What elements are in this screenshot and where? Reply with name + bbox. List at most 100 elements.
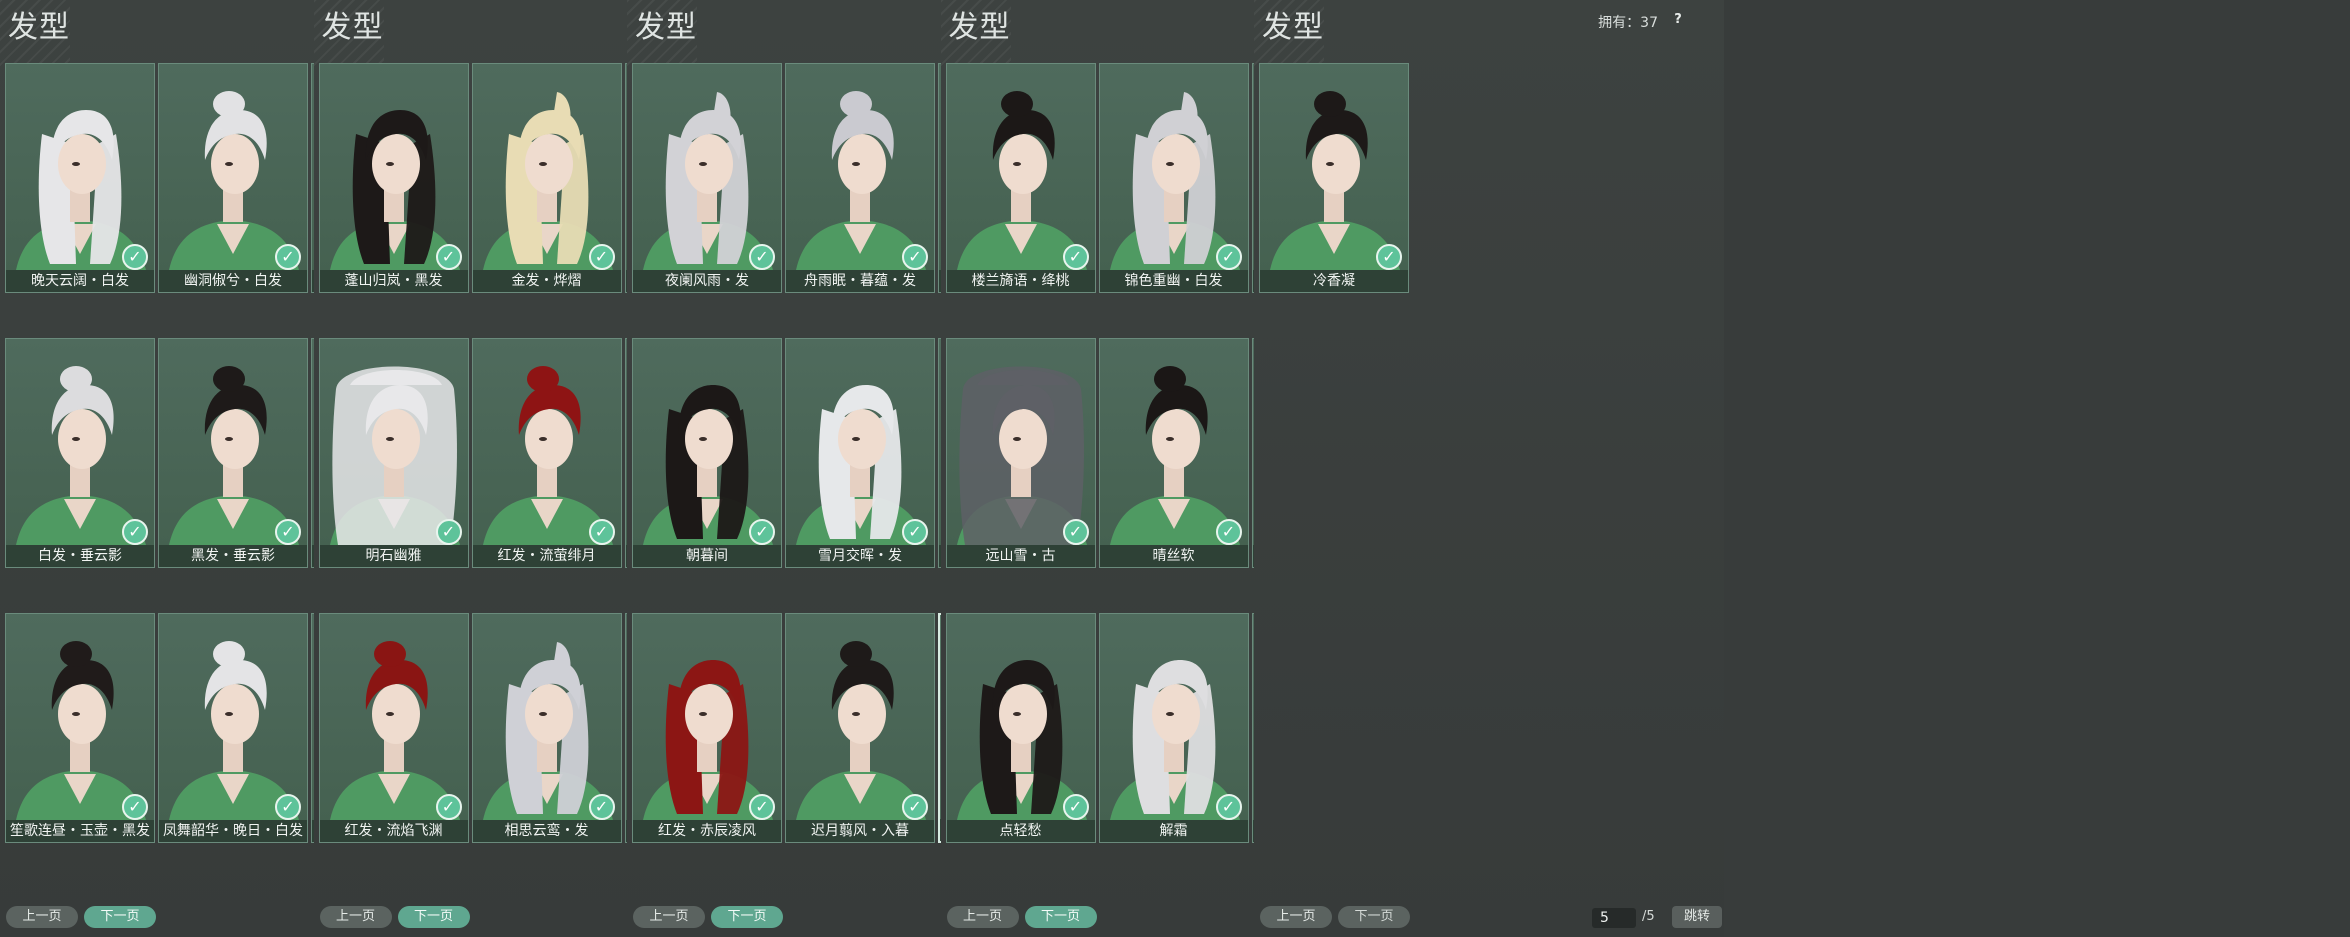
hairstyle-panel: 发型 拥有：37? ✓ 冷香凝上一页 下一页 5/5 跳转: [1254, 0, 1724, 937]
owned-check-icon: ✓: [588, 794, 615, 820]
hairstyle-portrait: [329, 641, 460, 820]
owned-check-icon: ✓: [902, 794, 928, 820]
hairstyle-card[interactable]: ✓ 晚天云阔・白发: [5, 63, 155, 293]
hairstyle-card[interactable]: ✓ 冷香凝: [1259, 63, 1409, 293]
hairstyle-portrait: [1109, 660, 1240, 820]
owned-check-icon: ✓: [902, 244, 928, 270]
owned-check-icon: ✓: [275, 794, 301, 820]
owned-check-icon: ✓: [122, 244, 148, 270]
hairstyle-card[interactable]: ✓ 相思云鸾・发: [471, 613, 622, 843]
hairstyle-name: 黑发・垂云影: [159, 545, 307, 567]
hairstyle-card[interactable]: ✓ 楼兰旖语・绛桃: [945, 63, 1096, 293]
hairstyle-card[interactable]: ✓ 点轻愁: [945, 613, 1096, 843]
owned-check-icon: ✓: [1062, 794, 1089, 820]
hairstyle-portrait: [482, 642, 613, 820]
hairstyle-name: 金发・烨熠: [472, 270, 621, 292]
hairstyle-card[interactable]: ✓ 黑发・垂云影: [158, 338, 308, 568]
owned-check-icon: ✓: [435, 519, 462, 545]
owned-check-icon: ✓: [122, 794, 148, 820]
hairstyle-name: 点轻愁: [946, 820, 1095, 842]
hairstyle-name: 蓬山归岚・黑发: [319, 270, 468, 292]
hairstyle-portrait: [796, 641, 926, 820]
hairstyle-card[interactable]: ✓ 锦色重幽・白发: [1098, 63, 1249, 293]
hairstyle-portrait: [956, 366, 1087, 545]
hairstyle-card[interactable]: ✓ 红发・赤辰凌风: [632, 613, 782, 843]
owned-check-icon: ✓: [435, 794, 462, 820]
hairstyle-card[interactable]: ✓ 雪月交晖・发: [785, 338, 935, 568]
hairstyle-portrait: [643, 660, 773, 820]
hairstyle-name: 凤舞韶华・晚日・白发: [159, 820, 307, 842]
hairstyle-name: 白发・垂云影: [6, 545, 154, 567]
owned-check-icon: ✓: [1062, 244, 1089, 270]
hairstyle-portrait: [956, 660, 1087, 820]
next-page-button[interactable]: 下一页: [1024, 906, 1097, 928]
next-page-button[interactable]: 下一页: [84, 906, 156, 928]
owned-check-icon: ✓: [749, 244, 775, 270]
hairstyle-name: 冷香凝: [1260, 270, 1408, 292]
help-icon[interactable]: ?: [1668, 10, 1688, 30]
hairstyle-card[interactable]: ✓ 幽洞俶兮・白发: [158, 63, 308, 293]
panel-title: 发型: [8, 10, 70, 45]
page-number-input[interactable]: 5: [1592, 908, 1636, 928]
hairstyle-portrait: [329, 366, 460, 545]
hairstyle-portrait: [482, 366, 613, 545]
hairstyle-name: 红发・流焰飞渊: [319, 820, 468, 842]
hairstyle-grid: ✓ 冷香凝: [1259, 63, 1715, 293]
hairstyle-card[interactable]: ✓ 舟雨眠・暮蕴・发: [785, 63, 935, 293]
prev-page-button[interactable]: 上一页: [633, 906, 705, 928]
owned-check-icon: ✓: [1062, 519, 1089, 545]
hairstyle-card[interactable]: ✓ 金发・烨熠: [471, 63, 622, 293]
hairstyle-name: 雪月交晖・发: [786, 545, 934, 567]
owned-count: 拥有：37: [1598, 15, 1658, 31]
hairstyle-portrait: [169, 91, 299, 270]
hairstyle-name: 晚天云阔・白发: [6, 270, 154, 292]
hairstyle-card[interactable]: ✓ 远山雪・古: [945, 338, 1096, 568]
hairstyle-name: 明石幽雅: [319, 545, 468, 567]
hairstyle-card[interactable]: ✓ 蓬山归岚・黑发: [318, 63, 469, 293]
hairstyle-card[interactable]: ✓ 迟月翦风・入暮: [785, 613, 935, 843]
hairstyle-panels: 发型拥有：37?✓晚天云阔・白发✓幽洞俶兮・白发✓白发・夜烛✓白发・垂云影✓黑发…: [0, 0, 2350, 937]
hairstyle-card[interactable]: ✓ 白发・垂云影: [5, 338, 155, 568]
prev-page-button[interactable]: 上一页: [6, 906, 78, 928]
hairstyle-card[interactable]: ✓ 明石幽雅: [318, 338, 469, 568]
hairstyle-card[interactable]: ✓ 笙歌连昼・玉壶・黑发: [5, 613, 155, 843]
hairstyle-card[interactable]: ✓ 夜阑风雨・发: [632, 63, 782, 293]
hairstyle-card[interactable]: ✓ 朝暮间: [632, 338, 782, 568]
hairstyle-portrait: [329, 110, 460, 270]
owned-check-icon: ✓: [1215, 519, 1242, 545]
hairstyle-card[interactable]: ✓ 红发・流焰飞渊: [318, 613, 469, 843]
hairstyle-portrait: [796, 385, 926, 545]
owned-check-icon: ✓: [749, 794, 775, 820]
hairstyle-portrait: [1109, 92, 1240, 270]
owned-check-icon: ✓: [122, 519, 148, 545]
jump-button[interactable]: 跳转: [1672, 906, 1722, 928]
owned-check-icon: ✓: [902, 519, 928, 545]
hairstyle-portrait: [16, 641, 146, 820]
hairstyle-portrait: [16, 110, 146, 270]
page-total: /5: [1642, 909, 1655, 924]
panel-title: 发型: [1262, 10, 1324, 45]
panel-title: 发型: [321, 10, 384, 45]
pagination: 上一页 下一页 5/5 跳转: [1254, 906, 1724, 930]
next-page-button[interactable]: 下一页: [711, 906, 783, 928]
next-page-button[interactable]: 下一页: [397, 906, 470, 928]
hairstyle-name: 笙歌连昼・玉壶・黑发: [6, 820, 154, 842]
hairstyle-name: 朝暮间: [633, 545, 781, 567]
prev-page-button[interactable]: 上一页: [1260, 906, 1332, 928]
hairstyle-card[interactable]: ✓ 红发・流萤绯月: [471, 338, 622, 568]
hairstyle-name: 舟雨眠・暮蕴・发: [786, 270, 934, 292]
next-page-button[interactable]: 下一页: [1338, 906, 1410, 928]
owned-check-icon: ✓: [1215, 244, 1242, 270]
owned-check-icon: ✓: [435, 244, 462, 270]
hairstyle-portrait: [1109, 366, 1240, 545]
owned-check-icon: ✓: [1376, 244, 1402, 270]
owned-check-icon: ✓: [588, 244, 615, 270]
prev-page-button[interactable]: 上一页: [946, 906, 1019, 928]
hairstyle-portrait: [796, 91, 926, 270]
hairstyle-card[interactable]: ✓ 解霜: [1098, 613, 1249, 843]
prev-page-button[interactable]: 上一页: [319, 906, 392, 928]
panel-title: 发型: [948, 10, 1011, 45]
hairstyle-card[interactable]: ✓ 晴丝软: [1098, 338, 1249, 568]
hairstyle-portrait: [643, 385, 773, 545]
hairstyle-card[interactable]: ✓ 凤舞韶华・晚日・白发: [158, 613, 308, 843]
